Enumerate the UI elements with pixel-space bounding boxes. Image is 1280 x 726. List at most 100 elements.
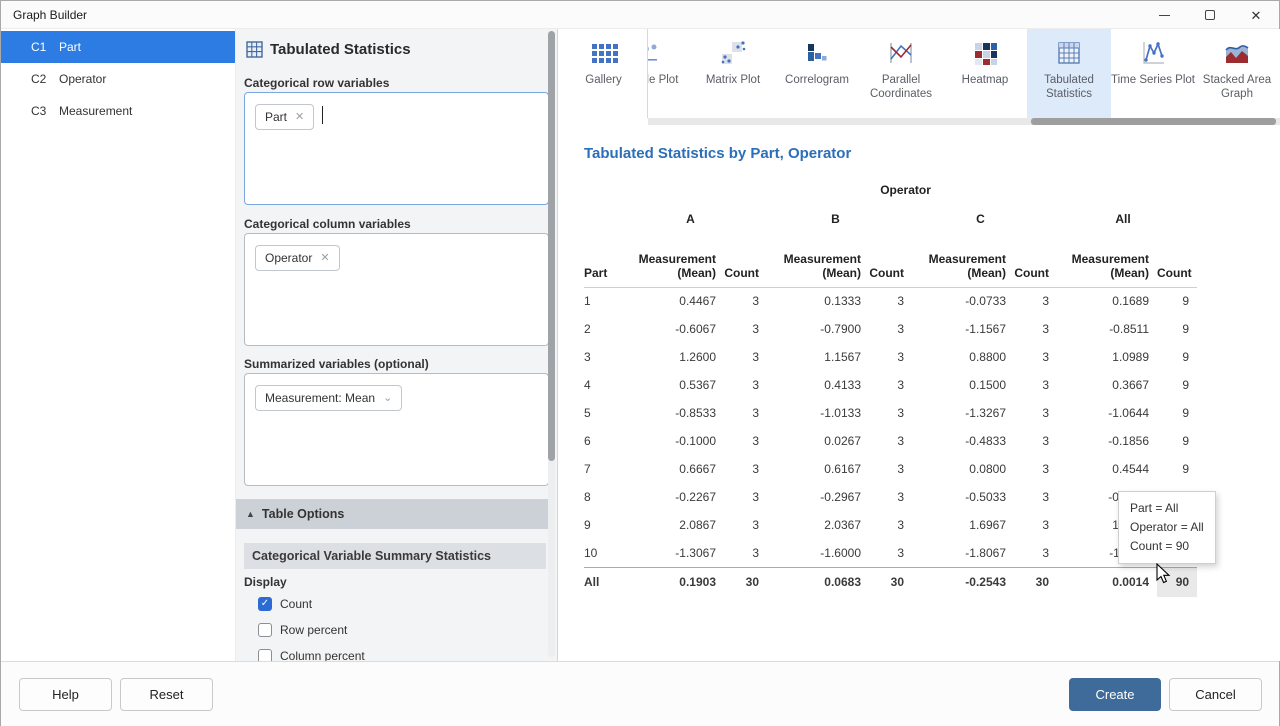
table-row: 92.086732.036731.696731.94009 <box>584 511 1197 539</box>
value-cell: -1.0644 <box>1057 399 1157 427</box>
table-icon <box>246 41 263 58</box>
display-checkbox-list: ✓CountRow percentColumn percent <box>258 591 365 661</box>
gallery-item-correlogram[interactable]: Correlogram <box>775 29 859 118</box>
maximize-button[interactable] <box>1187 1 1233 29</box>
value-cell: 3 <box>869 371 912 399</box>
part-cell: 10 <box>584 539 622 567</box>
gallery-scrollbar[interactable] <box>648 118 1280 125</box>
value-cell: -1.8067 <box>912 539 1014 567</box>
gallery-strip: Bubble PlotMatrix PlotCorrelogramParalle… <box>607 29 1279 118</box>
value-cell: 1.2600 <box>622 343 724 371</box>
create-button[interactable]: Create <box>1069 678 1161 711</box>
checkbox-count[interactable]: ✓Count <box>258 591 365 617</box>
value-cell: 3 <box>1014 371 1057 399</box>
minimize-button[interactable] <box>1141 1 1187 29</box>
tooltip-line: Operator = All <box>1130 518 1204 537</box>
checkbox-unchecked-icon[interactable] <box>258 623 272 637</box>
checkbox-checked-icon[interactable]: ✓ <box>258 597 272 611</box>
gallery-item-label: Tabulated Statistics <box>1027 73 1111 101</box>
value-cell: 0.4467 <box>622 287 724 315</box>
gallery-item-heatmap[interactable]: Heatmap <box>943 29 1027 118</box>
value-cell: 1.6967 <box>912 511 1014 539</box>
value-cell: 2.0867 <box>622 511 724 539</box>
window-controls: ✕ <box>1141 1 1279 29</box>
table-row: 6-0.100030.02673-0.48333-0.18569 <box>584 427 1197 455</box>
value-cell: 3 <box>869 399 912 427</box>
operator-group-header: Operator <box>622 177 1197 203</box>
panel-scrollbar-thumb[interactable] <box>548 31 555 461</box>
summarized-variables-chips: Measurement: Mean⌄ <box>255 385 402 411</box>
help-button[interactable]: Help <box>19 678 112 711</box>
chip-measurement-mean[interactable]: Measurement: Mean⌄ <box>255 385 402 411</box>
value-cell: 9 <box>1157 343 1197 371</box>
maximize-icon <box>1205 10 1215 20</box>
row-variables-chips: Part✕ <box>255 104 314 130</box>
value-cell: -0.8533 <box>622 399 724 427</box>
value-cell: 2.0367 <box>767 511 869 539</box>
value-cell: 9 <box>1157 455 1197 483</box>
panel-scrollbar[interactable] <box>548 31 555 657</box>
stats-table: OperatorABCAllPartMeasurement (Mean)Coun… <box>584 177 1197 597</box>
group-header-all: All <box>1057 203 1197 235</box>
chevron-down-icon[interactable]: ⌄ <box>383 393 392 404</box>
value-cell: 0.0800 <box>912 455 1014 483</box>
gallery-item-time-series-plot[interactable]: Time Series Plot <box>1111 29 1195 118</box>
chip-part[interactable]: Part✕ <box>255 104 314 130</box>
table-row: 31.260031.156730.880031.09899 <box>584 343 1197 371</box>
checkbox-row-percent[interactable]: Row percent <box>258 617 365 643</box>
sidebar-item-measurement[interactable]: C3Measurement <box>1 95 235 127</box>
gallery-item-parallel-coordinates[interactable]: Parallel Coordinates <box>859 29 943 118</box>
panel-header: Tabulated Statistics <box>246 41 411 58</box>
column-header-measurement-mean-: Measurement (Mean) <box>767 235 869 287</box>
value-cell: 3 <box>869 511 912 539</box>
value-cell: -0.5033 <box>912 483 1014 511</box>
part-cell: 7 <box>584 455 622 483</box>
value-cell: -0.2543 <box>912 567 1014 597</box>
group-header-b: B <box>767 203 912 235</box>
value-cell: 0.0683 <box>767 567 869 597</box>
group-header-a: A <box>622 203 767 235</box>
value-cell: 3 <box>724 343 767 371</box>
gallery-item-tabulated-statistics[interactable]: Tabulated Statistics <box>1027 29 1111 118</box>
column-variables-field[interactable]: Operator✕ <box>244 233 549 346</box>
graph-builder-dialog: Graph Builder ✕ C1PartC2OperatorC3Measur… <box>0 0 1280 726</box>
column-sidebar: C1PartC2OperatorC3Measurement <box>1 29 236 661</box>
sidebar-item-part[interactable]: C1Part <box>1 31 235 63</box>
cancel-button[interactable]: Cancel <box>1169 678 1262 711</box>
summarized-variables-field[interactable]: Measurement: Mean⌄ <box>244 373 549 486</box>
gallery-item-stacked-area-graph[interactable]: Stacked Area Graph <box>1195 29 1279 118</box>
gallery-grid-icon <box>590 39 618 67</box>
table-row: All0.1903300.068330-0.2543300.001490 <box>584 567 1197 597</box>
close-button[interactable]: ✕ <box>1233 1 1279 29</box>
stacked-area-graph-icon <box>1223 39 1251 67</box>
gallery-scrollbar-thumb[interactable] <box>1031 118 1276 125</box>
row-variables-field[interactable]: Part✕ <box>244 92 549 205</box>
value-cell: 9 <box>1157 287 1197 315</box>
chip-operator[interactable]: Operator✕ <box>255 245 340 271</box>
table-options-header[interactable]: ▲ Table Options <box>236 499 552 529</box>
sidebar-list: C1PartC2OperatorC3Measurement <box>1 31 235 127</box>
gallery-item-label: Heatmap <box>962 73 1009 87</box>
titlebar: Graph Builder ✕ <box>1 1 1279 29</box>
tooltip: Part = AllOperator = AllCount = 90 <box>1118 491 1216 564</box>
group-header-c: C <box>912 203 1057 235</box>
sidebar-item-operator[interactable]: C2Operator <box>1 63 235 95</box>
gallery-item-gallery[interactable]: Gallery <box>560 29 648 118</box>
checkbox-column-percent[interactable]: Column percent <box>258 643 365 661</box>
value-cell: 3 <box>724 315 767 343</box>
checkbox-unchecked-icon[interactable] <box>258 649 272 661</box>
table-options-label: Table Options <box>262 507 344 521</box>
remove-icon[interactable]: ✕ <box>320 253 329 264</box>
part-cell: 5 <box>584 399 622 427</box>
column-header-count: Count <box>1014 235 1057 287</box>
part-cell: 4 <box>584 371 622 399</box>
value-cell: 0.4544 <box>1057 455 1157 483</box>
table-row: 70.666730.616730.080030.45449 <box>584 455 1197 483</box>
parallel-coordinates-icon <box>887 39 915 67</box>
value-cell: 9 <box>1157 427 1197 455</box>
reset-button[interactable]: Reset <box>120 678 213 711</box>
value-cell: 0.0267 <box>767 427 869 455</box>
remove-icon[interactable]: ✕ <box>295 112 304 123</box>
value-cell: 0.8800 <box>912 343 1014 371</box>
gallery-item-matrix-plot[interactable]: Matrix Plot <box>691 29 775 118</box>
